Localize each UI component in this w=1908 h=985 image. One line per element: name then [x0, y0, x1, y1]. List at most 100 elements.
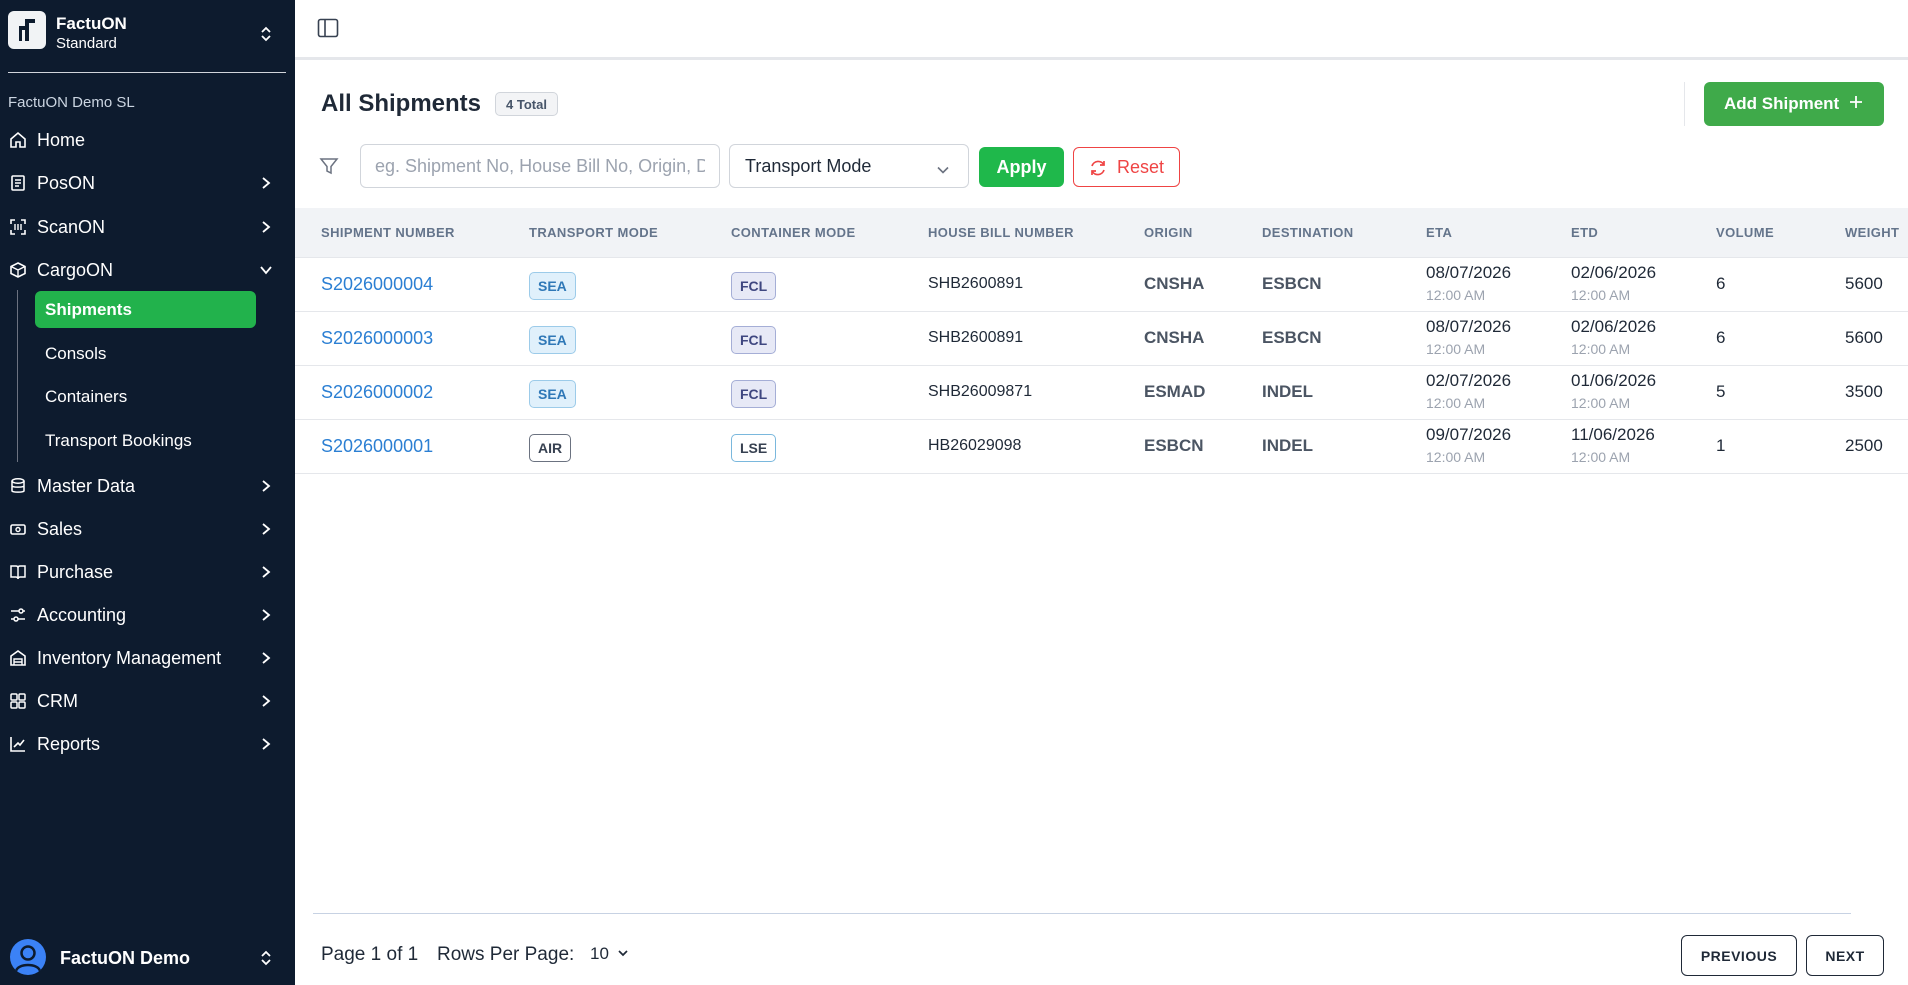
sidebar-subitem-transport-bookings[interactable]: Transport Bookings	[35, 422, 256, 459]
chevrons-up-down-icon	[258, 24, 274, 44]
sidebar-item-label: Reports	[37, 733, 101, 754]
receipt-icon	[8, 173, 28, 193]
table-row[interactable]: S2026000001 AIR LSE HB26029098 ESBCN IND…	[295, 420, 1908, 474]
table-row[interactable]: S2026000004 SEA FCL SHB2600891 CNSHA ESB…	[295, 258, 1908, 312]
column-header: ETA	[1426, 225, 1453, 240]
chevron-down-icon	[617, 944, 629, 964]
sidebar-item-label: Inventory Management	[37, 647, 222, 668]
column-header: DESTINATION	[1262, 225, 1354, 240]
sidebar-divider	[8, 72, 286, 73]
shipment-number-link[interactable]: S2026000003	[321, 328, 433, 349]
rows-per-page-select[interactable]: 10	[590, 944, 629, 964]
volume: 1	[1716, 436, 1726, 455]
house-bill-number: HB26029098	[928, 437, 1022, 454]
eta-date: 08/07/2026	[1426, 263, 1512, 282]
chevron-right-icon	[258, 478, 274, 494]
brand-plan: Standard	[56, 35, 117, 52]
shipment-number-link[interactable]: S2026000004	[321, 274, 433, 295]
page-title: All Shipments	[321, 90, 482, 117]
chevron-right-icon	[258, 175, 274, 191]
column-header: TRANSPORT MODE	[529, 225, 659, 240]
sidebar-item-label: Accounting	[37, 604, 127, 625]
workspace-switcher[interactable]: FactuON Standard	[0, 0, 295, 72]
etd-date: 02/06/2026	[1571, 263, 1657, 282]
transport-mode-select[interactable]: Transport Mode	[729, 144, 969, 188]
etd-time: 12:00 AM	[1571, 395, 1631, 411]
chevrons-up-down-icon	[258, 948, 274, 968]
volume: 5	[1716, 382, 1726, 401]
footer-divider	[313, 913, 1851, 914]
origin: CNSHA	[1144, 274, 1205, 293]
eta-time: 12:00 AM	[1426, 341, 1486, 357]
sidebar-item-label: Home	[37, 129, 86, 150]
sidebar-item-cargoon[interactable]: CargoON	[0, 250, 295, 290]
database-icon	[8, 476, 28, 496]
sidebar-item-sales[interactable]: Sales	[0, 509, 295, 549]
apply-button[interactable]: Apply	[979, 147, 1064, 187]
brand-name: FactuON	[56, 14, 127, 33]
add-shipment-button[interactable]: Add Shipment	[1704, 82, 1884, 126]
column-header: ORIGIN	[1144, 225, 1193, 240]
sidebar-item-accounting[interactable]: Accounting	[0, 595, 295, 635]
page-info: Page 1 of 1	[321, 944, 419, 965]
shipment-number-link[interactable]: S2026000001	[321, 436, 433, 457]
user-name: FactuON Demo	[60, 948, 191, 968]
chevron-down-icon	[936, 161, 950, 175]
sidebar-item-poson[interactable]: PosON	[0, 163, 295, 203]
house-bill-number: SHB2600891	[928, 329, 1024, 346]
sidebar-item-home[interactable]: Home	[0, 120, 295, 160]
search-input[interactable]	[360, 144, 720, 188]
banknote-icon	[8, 519, 28, 539]
eta-time: 12:00 AM	[1426, 449, 1486, 465]
chevron-right-icon	[258, 521, 274, 537]
shipment-number-link[interactable]: S2026000002	[321, 382, 433, 403]
destination: INDEL	[1262, 382, 1313, 401]
destination: ESBCN	[1262, 274, 1322, 293]
column-header: CONTAINER MODE	[731, 225, 856, 240]
eta-time: 12:00 AM	[1426, 287, 1486, 303]
eta-time: 12:00 AM	[1426, 395, 1486, 411]
sidebar-subitem-shipments[interactable]: Shipments	[35, 291, 256, 328]
sidebar-item-crm[interactable]: CRM	[0, 681, 295, 721]
sidebar-item-label: Master Data	[37, 475, 136, 496]
table-row[interactable]: S2026000002 SEA FCL SHB26009871 ESMAD IN…	[295, 366, 1908, 420]
submenu-guide-line	[17, 290, 18, 462]
volume: 6	[1716, 274, 1726, 293]
sidebar-item-master-data[interactable]: Master Data	[0, 466, 295, 506]
sidebar-item-scanon[interactable]: ScanON	[0, 207, 295, 247]
scan-icon	[8, 217, 28, 237]
weight: 5600	[1845, 328, 1883, 347]
etd-time: 12:00 AM	[1571, 341, 1631, 357]
weight: 5600	[1845, 274, 1883, 293]
sidebar-item-purchase[interactable]: Purchase	[0, 552, 295, 592]
next-page-button[interactable]: NEXT	[1806, 935, 1884, 976]
sidebar-item-inventory-management[interactable]: Inventory Management	[0, 638, 295, 678]
sidebar-item-label: PosON	[37, 172, 96, 193]
transport-mode-badge: SEA	[529, 272, 576, 300]
user-menu[interactable]: FactuON Demo	[0, 936, 295, 980]
previous-page-button[interactable]: PREVIOUS	[1681, 935, 1797, 976]
plus-icon	[1848, 94, 1864, 110]
avatar	[10, 939, 46, 975]
chart-line-icon	[8, 734, 28, 754]
sidebar-item-label: CargoON	[37, 259, 114, 280]
table-row[interactable]: S2026000003 SEA FCL SHB2600891 CNSHA ESB…	[295, 312, 1908, 366]
etd-date: 11/06/2026	[1571, 425, 1655, 444]
package-icon	[8, 260, 28, 280]
column-header: VOLUME	[1716, 225, 1775, 240]
sidebar-subitem-consols[interactable]: Consols	[35, 335, 256, 372]
filter-icon	[319, 156, 339, 176]
top-bar	[295, 0, 1908, 60]
reset-button[interactable]: Reset	[1073, 147, 1180, 187]
sidebar-subitem-containers[interactable]: Containers	[35, 378, 256, 415]
add-shipment-label: Add Shipment	[1724, 94, 1840, 113]
volume: 6	[1716, 328, 1726, 347]
sidebar-toggle-icon[interactable]	[317, 18, 339, 38]
container-mode-badge: FCL	[731, 326, 777, 354]
chevron-right-icon	[258, 650, 274, 666]
sidebar-item-label: ScanON	[37, 216, 106, 237]
sidebar-item-reports[interactable]: Reports	[0, 724, 295, 764]
etd-time: 12:00 AM	[1571, 449, 1631, 465]
warehouse-icon	[8, 648, 28, 668]
column-header: HOUSE BILL NUMBER	[928, 225, 1074, 240]
